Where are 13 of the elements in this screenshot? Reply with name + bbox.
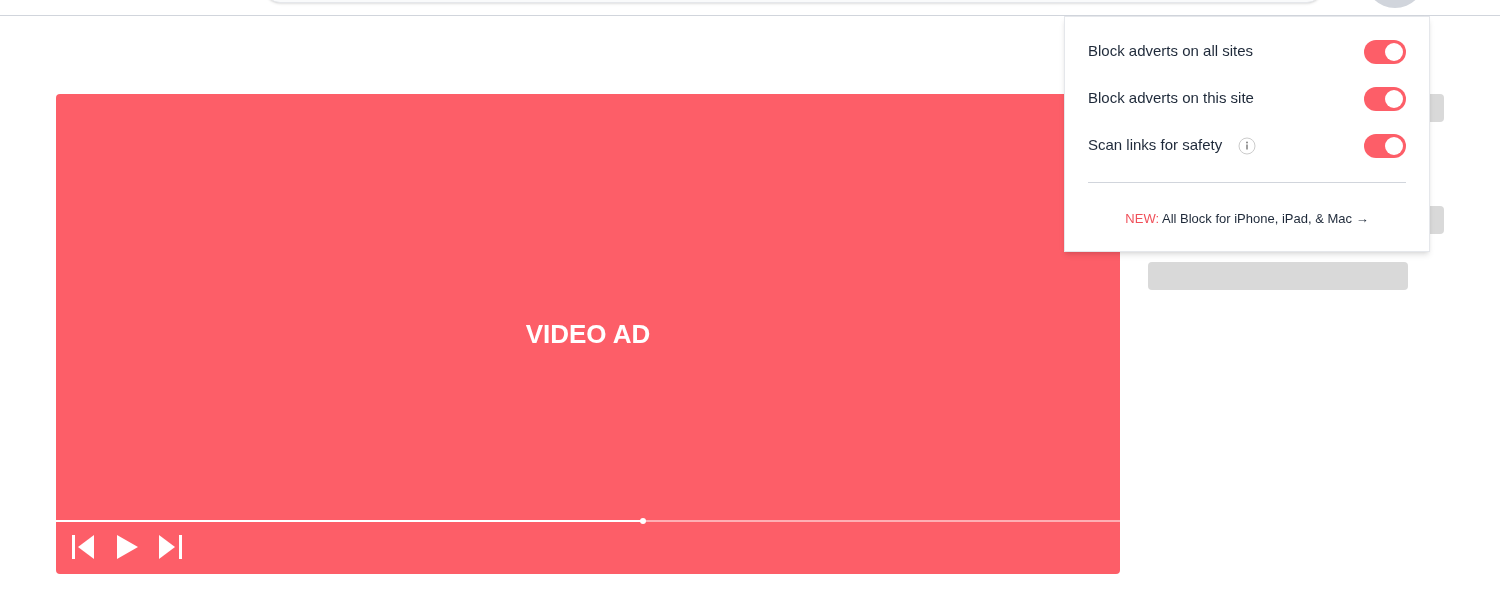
toggle-switch[interactable] bbox=[1364, 133, 1406, 158]
info-icon[interactable] bbox=[1238, 136, 1257, 155]
toggle-switch[interactable] bbox=[1364, 39, 1406, 64]
progress-thumb[interactable] bbox=[640, 518, 647, 524]
toggle-label: Block adverts on all sites bbox=[1088, 41, 1254, 62]
toggle-label: Block adverts on this site bbox=[1088, 88, 1254, 109]
toggle-switch[interactable] bbox=[1364, 86, 1406, 111]
next-icon[interactable] bbox=[158, 535, 182, 559]
promo-link[interactable]: NEW: All Block for iPhone, iPad, & Mac → bbox=[1125, 209, 1369, 229]
previous-icon[interactable] bbox=[72, 535, 96, 559]
toggle-label: Scan links for safety bbox=[1088, 135, 1223, 156]
play-icon[interactable] bbox=[116, 535, 138, 559]
video-ad-label: VIDEO AD bbox=[525, 317, 651, 351]
